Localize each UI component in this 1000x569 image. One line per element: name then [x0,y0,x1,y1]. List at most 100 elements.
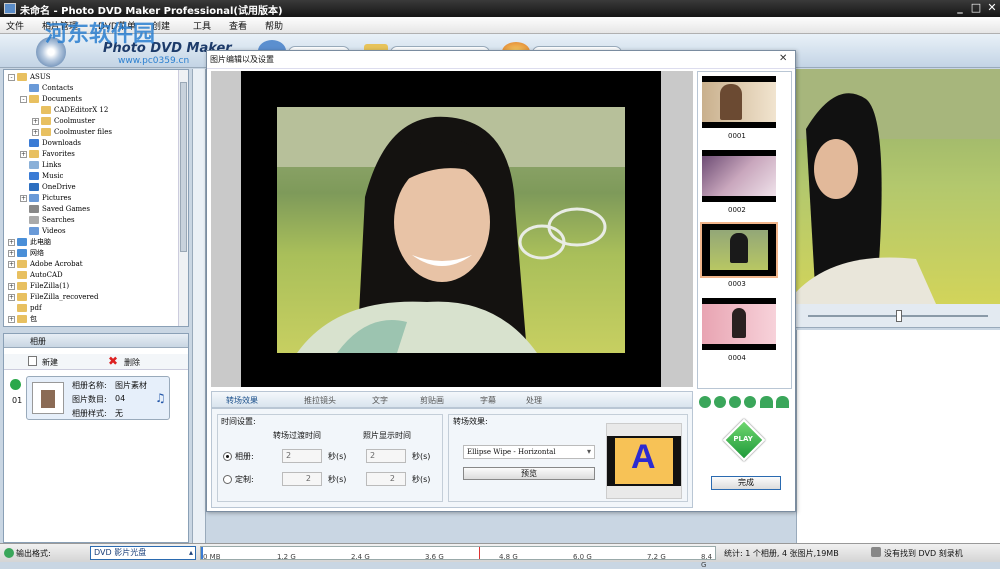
finish-button[interactable]: 完成 [711,476,781,490]
tab-subtitle[interactable]: 字幕 [480,395,496,406]
tree-item[interactable]: Searches [20,215,75,226]
tree-item[interactable]: OneDrive [20,182,76,193]
next-icon[interactable] [729,396,741,408]
tree-item[interactable]: Downloads [20,138,81,149]
expand-toggle-icon[interactable]: + [8,260,15,268]
play-button[interactable]: PLAY [722,418,766,462]
minimize-button[interactable]: _ [953,1,967,15]
thumbnail-0001[interactable] [702,76,776,128]
folder-icon [17,73,27,81]
expand-toggle-icon[interactable]: + [8,238,15,246]
folder-icon [17,282,27,290]
album-transition-field[interactable]: 2 [282,449,322,463]
close-button[interactable]: ✕ [985,1,999,15]
menu-tools[interactable]: 工具 [193,19,211,32]
tree-item-label: Links [42,161,62,169]
custom-transition-field[interactable]: 2 [282,472,322,486]
tab-text[interactable]: 文字 [372,395,388,406]
tree-item[interactable]: - ASUS [8,72,51,83]
custom-display-field[interactable]: 2 [366,472,406,486]
tree-item[interactable]: pdf [8,303,42,314]
tree-item[interactable]: Contacts [20,83,73,94]
tree-item[interactable]: + FileZilla(1) [8,281,69,292]
tree-item[interactable]: + Pictures [20,193,71,204]
title-bar: 未命名 - Photo DVD Maker Professional(试用版本)… [0,0,1000,17]
expand-toggle-icon[interactable]: + [8,282,15,290]
menu-view[interactable]: 查看 [229,19,247,32]
tab-pan-zoom[interactable]: 推拉镜头 [304,395,336,406]
maximize-button[interactable]: □ [969,1,983,15]
expand-toggle-icon[interactable]: - [8,73,15,81]
tree-item[interactable]: + Coolmuster [32,116,95,127]
tree-item[interactable]: Saved Games [20,204,90,215]
prev-icon[interactable] [714,396,726,408]
tree-item[interactable]: + Favorites [20,149,75,160]
tree-item[interactable]: Music [20,171,63,182]
tree-item[interactable]: + Coolmuster files [32,127,112,138]
tree-item-label: 此电脑 [30,238,51,246]
tree-item-label: pdf [30,304,42,312]
rotate-left-icon[interactable] [760,396,773,408]
folder-icon [17,249,27,257]
tree-scrollbar[interactable] [178,70,188,326]
tree-item[interactable]: + Adobe Acrobat [8,259,83,270]
thumbnail-0004[interactable] [702,298,776,350]
ruler-tick: 7.2 G [647,553,666,561]
tree-item-label: Documents [42,95,82,103]
album-header-label: 相册 [30,337,46,346]
tree-item[interactable]: + FileZilla_recovered [8,292,98,303]
folder-tree[interactable]: - ASUS Contacts - Documents CADEditorX 12 + Coo… [3,69,189,327]
tree-item-label: Pictures [42,194,72,202]
edited-photo [277,107,625,353]
tree-item[interactable]: AutoCAD [8,270,63,281]
tree-item[interactable]: + 包 [8,314,37,325]
tab-clipart[interactable]: 剪贴画 [420,395,444,406]
expand-toggle-icon[interactable]: + [20,194,27,202]
expand-toggle-icon[interactable]: + [8,315,15,323]
folder-icon [17,304,27,312]
expand-toggle-icon[interactable]: + [20,150,27,158]
expand-toggle-icon[interactable]: + [32,117,39,125]
preview-slider-handle[interactable] [896,310,902,322]
thumbnail-list[interactable]: 0001 0002 0003 0004 [697,71,792,389]
thumbnail-0002[interactable] [702,150,776,202]
thumbnail-label: 0002 [728,206,746,214]
tab-transition[interactable]: 转场效果 [226,395,258,406]
tree-item[interactable]: - Documents [20,94,82,105]
album-display-field[interactable]: 2 [366,449,406,463]
album-radio[interactable] [223,452,232,461]
tree-item-label: Videos [42,227,66,235]
menu-help[interactable]: 帮助 [265,19,283,32]
new-icon [28,356,37,366]
output-format-select[interactable]: DVD 影片光盘 ▴ [90,546,196,560]
rotate-right-icon[interactable] [776,396,789,408]
album-item[interactable]: 相册名称: 图片素材 图片数目: 04 相册样式: 无 ♫ [26,376,170,420]
dialog-titlebar: 图片编辑以及设置 ✕ [207,51,795,69]
play-icon[interactable] [10,379,21,390]
splitter-bar[interactable] [192,69,206,543]
expand-toggle-icon[interactable]: + [8,293,15,301]
tree-item[interactable]: Links [20,160,61,171]
expand-toggle-icon[interactable]: - [20,95,27,103]
tree-item[interactable]: Videos [20,226,66,237]
tree-item[interactable]: + 网络 [8,248,44,259]
tree-item[interactable]: CADEditorX 12 [32,105,108,116]
expand-toggle-icon[interactable]: + [8,249,15,257]
custom-radio[interactable] [223,475,232,484]
thumbnail-nav [697,395,792,409]
scroll-thumb[interactable] [180,82,187,252]
delete-album-button[interactable]: 删除 [124,357,140,368]
first-icon[interactable] [699,396,711,408]
expand-toggle-icon[interactable]: + [32,128,39,136]
last-icon[interactable] [744,396,756,408]
tab-process[interactable]: 处理 [526,395,542,406]
effect-dropdown[interactable]: Ellipse Wipe - Horizontal ▾ [463,445,595,459]
thumbnail-0003-selected[interactable] [700,222,778,278]
folder-icon [17,271,27,279]
ruler-tick: 0 MB [203,553,221,561]
new-album-button[interactable]: 新建 [42,357,58,368]
dialog-close-button[interactable]: ✕ [779,53,787,64]
tree-item[interactable]: + 此电脑 [8,237,51,248]
menu-file[interactable]: 文件 [6,19,24,32]
preview-effect-button[interactable]: 预览 [463,467,595,480]
